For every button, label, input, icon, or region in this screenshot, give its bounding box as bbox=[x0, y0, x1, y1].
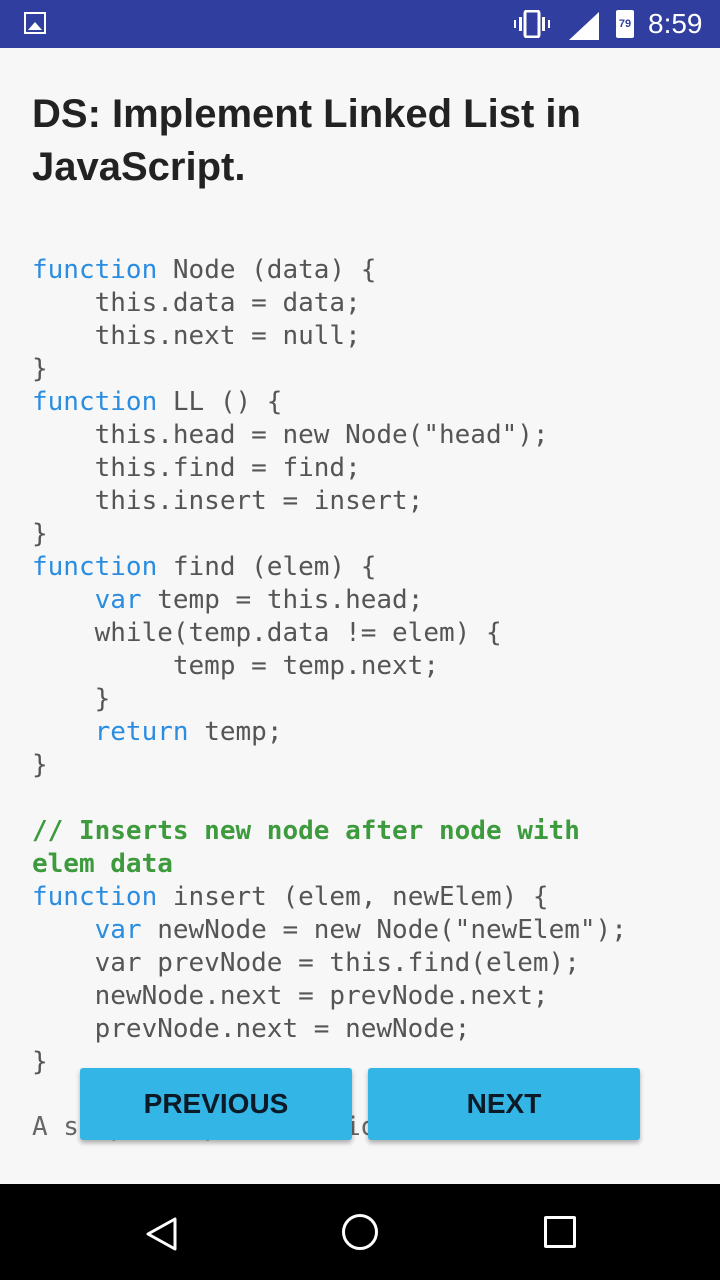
code-text: find (elem) { bbox=[157, 552, 377, 582]
code-line: var temp = this.head; bbox=[32, 585, 424, 615]
code-comment: // Inserts new node after node with bbox=[32, 816, 580, 846]
navigation-bar bbox=[0, 1184, 720, 1280]
code-keyword: function bbox=[32, 882, 158, 912]
code-line: // Inserts new node after node with bbox=[32, 816, 580, 846]
code-line: function LL () { bbox=[32, 387, 282, 417]
vibrate-icon bbox=[514, 10, 550, 38]
article-content[interactable]: DS: Implement Linked List in JavaScript.… bbox=[0, 48, 720, 1184]
code-text: while(temp.data != elem) { bbox=[32, 618, 502, 648]
code-line: function insert (elem, newElem) { bbox=[32, 882, 549, 912]
code-text: } bbox=[32, 354, 48, 384]
code-line: } bbox=[32, 1047, 48, 1077]
home-icon[interactable] bbox=[342, 1214, 378, 1250]
code-line: temp = temp.next; bbox=[32, 651, 439, 681]
code-keyword: var bbox=[94, 585, 142, 615]
code-line: } bbox=[32, 684, 111, 714]
code-keyword: function bbox=[32, 387, 158, 417]
code-line: } bbox=[32, 519, 48, 549]
code-line: this.next = null; bbox=[32, 321, 361, 351]
code-line: var newNode = new Node("newElem"); bbox=[32, 915, 627, 945]
code-text: this.data = data; bbox=[32, 288, 361, 318]
status-bar: 79 8:59 bbox=[0, 0, 720, 48]
image-icon bbox=[24, 12, 46, 34]
code-text: this.find = find; bbox=[32, 453, 361, 483]
code-line: function find (elem) { bbox=[32, 552, 376, 582]
code-text: this.insert = insert; bbox=[32, 486, 424, 516]
code-text: this.head = new Node("head"); bbox=[32, 420, 549, 450]
code-block: function Node (data) { this.data = data;… bbox=[32, 254, 627, 1079]
code-line: return temp; bbox=[32, 717, 283, 747]
back-icon[interactable] bbox=[145, 1216, 179, 1252]
code-line: } bbox=[32, 354, 48, 384]
code-text: var prevNode = this.find(elem); bbox=[32, 948, 580, 978]
code-text: LL () { bbox=[157, 387, 283, 417]
code-text: temp; bbox=[188, 717, 283, 747]
code-text: newNode.next = prevNode.next; bbox=[32, 981, 549, 1011]
code-text: this.next = null; bbox=[32, 321, 361, 351]
code-keyword: function bbox=[32, 255, 158, 285]
code-text: } bbox=[32, 750, 48, 780]
code-line: prevNode.next = newNode; bbox=[32, 1014, 471, 1044]
page-title: DS: Implement Linked List in JavaScript. bbox=[32, 92, 581, 189]
code-line: function Node (data) { bbox=[32, 255, 376, 285]
code-text: temp = temp.next; bbox=[32, 651, 439, 681]
code-text: prevNode.next = newNode; bbox=[32, 1014, 471, 1044]
code-text: newNode = new Node("newElem"); bbox=[141, 915, 627, 945]
code-comment: elem data bbox=[32, 849, 173, 879]
code-keyword: return bbox=[94, 717, 189, 747]
code-text: } bbox=[32, 519, 48, 549]
code-line: this.insert = insert; bbox=[32, 486, 424, 516]
previous-button[interactable]: PREVIOUS bbox=[80, 1068, 352, 1140]
code-text: } bbox=[32, 684, 111, 714]
code-text: } bbox=[32, 1047, 48, 1077]
code-keyword: function bbox=[32, 552, 158, 582]
signal-icon bbox=[569, 12, 599, 40]
recents-icon[interactable] bbox=[544, 1216, 576, 1248]
code-text: temp = this.head; bbox=[141, 585, 424, 615]
battery-icon: 79 bbox=[616, 10, 634, 38]
code-text: Node (data) { bbox=[157, 255, 377, 285]
next-button[interactable]: NEXT bbox=[368, 1068, 640, 1140]
code-line: this.data = data; bbox=[32, 288, 361, 318]
code-line: } bbox=[32, 750, 48, 780]
code-text: insert (elem, newElem) { bbox=[157, 882, 549, 912]
code-line: elem data bbox=[32, 849, 173, 879]
clock: 8:59 bbox=[648, 8, 703, 39]
code-line: var prevNode = this.find(elem); bbox=[32, 948, 580, 978]
code-line: newNode.next = prevNode.next; bbox=[32, 981, 549, 1011]
code-line: while(temp.data != elem) { bbox=[32, 618, 502, 648]
code-line: this.head = new Node("head"); bbox=[32, 420, 549, 450]
code-line: this.find = find; bbox=[32, 453, 361, 483]
code-keyword: var bbox=[94, 915, 142, 945]
